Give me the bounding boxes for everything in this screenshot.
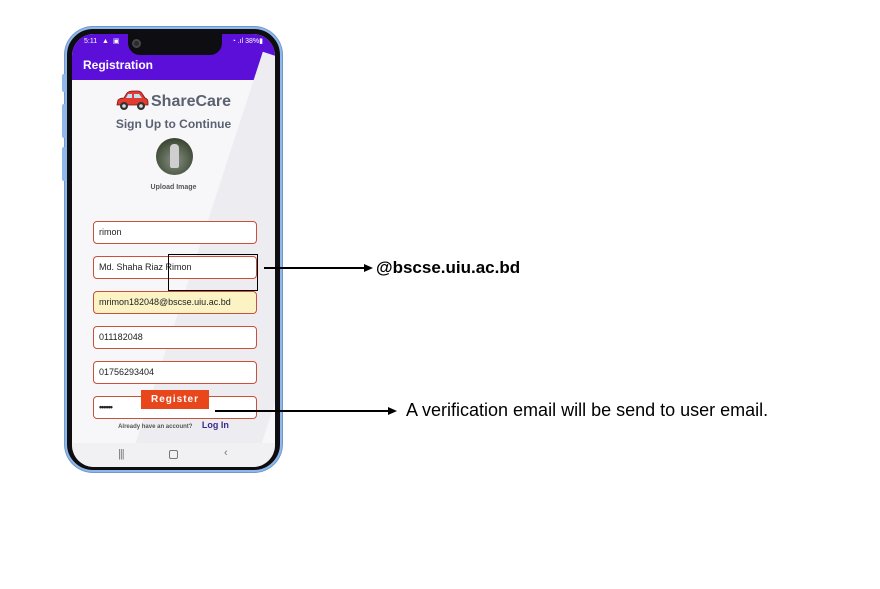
email-domain-annotation: @bscse.uiu.ac.bd — [376, 258, 521, 277]
domain-arrow-head-icon — [364, 264, 373, 272]
phone-power-button — [62, 147, 66, 181]
back-icon[interactable]: ‹ — [224, 447, 228, 459]
student-id-field[interactable]: 011182048 — [93, 326, 257, 349]
front-camera-icon — [132, 39, 141, 48]
camera-notch — [128, 34, 222, 55]
phone-side-button — [62, 74, 66, 92]
car-logo-icon — [116, 90, 149, 110]
avatar-photo — [170, 144, 179, 168]
profile-image-picker[interactable] — [156, 138, 193, 175]
username-field[interactable]: rimon — [93, 221, 257, 244]
logo-text: ShareCare — [151, 93, 232, 110]
login-prompt: Already have an account? Log In — [72, 415, 275, 433]
app-logo: ShareCare — [114, 89, 254, 113]
app-bar-title: Registration — [83, 58, 154, 72]
phone-frame: 5:11 ▲ ▣ ◔ .ıl 38%▮ Registration ShareCa… — [62, 27, 282, 472]
notification-icons: ▲ ▣ — [102, 38, 121, 45]
domain-arrow-line — [264, 267, 368, 269]
battery-signal-indicator: ◔ .ıl 38%▮ — [231, 38, 263, 45]
verification-arrow-line — [215, 410, 390, 412]
upload-image-label: Upload Image — [150, 184, 197, 191]
status-time: 5:11 — [84, 38, 98, 45]
verification-arrow-head-icon — [388, 407, 397, 415]
page-subtitle: Sign Up to Continue — [115, 117, 232, 131]
email-field[interactable]: mrimon182048@bscse.uiu.ac.bd — [93, 291, 257, 314]
phone-screen: 5:11 ▲ ▣ ◔ .ıl 38%▮ Registration ShareCa… — [72, 34, 275, 467]
home-icon[interactable] — [169, 450, 178, 459]
already-account-text: Already have an account? — [118, 424, 193, 430]
phone-field[interactable]: 01756293404 — [93, 361, 257, 384]
email-domain-highlight — [168, 254, 258, 291]
system-nav-bar: ||| ‹ — [72, 443, 275, 467]
verification-annotation: A verification email will be send to use… — [406, 400, 769, 420]
register-button[interactable]: Register — [141, 390, 209, 409]
recent-apps-icon[interactable]: ||| — [118, 448, 125, 460]
phone-volume-button — [62, 104, 66, 138]
login-link[interactable]: Log In — [202, 420, 229, 430]
